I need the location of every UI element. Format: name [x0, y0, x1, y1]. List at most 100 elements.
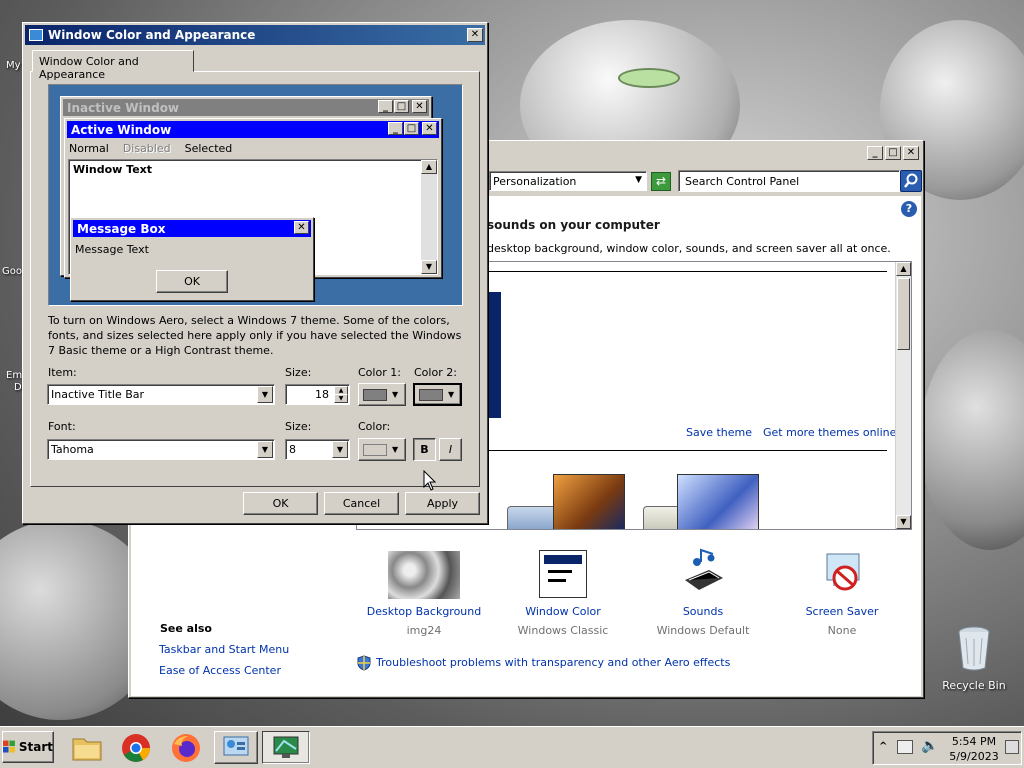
- help-icon[interactable]: ?: [901, 201, 917, 217]
- windows-logo-icon: [3, 740, 15, 753]
- dialog-titlebar: Window Color and Appearance: [25, 25, 485, 45]
- shield-icon: [357, 655, 371, 671]
- get-more-themes-link: Get more themes online: [763, 426, 897, 439]
- search-icon[interactable]: [900, 170, 922, 192]
- inactive-title-text: Inactive Window: [67, 100, 180, 115]
- size-spinner[interactable]: 18 ▲ ▼: [285, 384, 350, 405]
- menu-disabled[interactable]: Disabled: [123, 142, 171, 155]
- screen-saver-value: None: [827, 624, 857, 637]
- firefox-icon[interactable]: [170, 732, 202, 764]
- chevron-down-icon[interactable]: ▼: [257, 441, 273, 458]
- minimize-button[interactable]: _: [867, 146, 883, 160]
- size-label: Size:: [285, 366, 312, 379]
- show-hidden-icons-icon[interactable]: ^: [879, 741, 887, 752]
- color-swatch: [363, 388, 387, 401]
- mouse-cursor-icon: [423, 470, 437, 491]
- clock-time[interactable]: 5:54 PM: [951, 735, 997, 748]
- themes-scrollbar[interactable]: ▲ ▼: [895, 262, 911, 529]
- cancel-button[interactable]: Cancel: [324, 492, 399, 515]
- preview-inactive-titlebar[interactable]: Inactive Window: [63, 99, 429, 116]
- apply-button[interactable]: Apply: [405, 492, 480, 515]
- preview-message-box[interactable]: Message Box ✕ Message Text OK: [70, 217, 314, 301]
- preview-area[interactable]: Inactive Window _ □ ✕ Active Window _ □ …: [48, 84, 463, 306]
- preview-active-titlebar[interactable]: Active Window: [67, 121, 439, 138]
- file-explorer-icon[interactable]: [70, 733, 104, 763]
- desktop-icon-label[interactable]: Em: [6, 370, 22, 381]
- address-bar[interactable]: Personalization ▼: [489, 171, 647, 191]
- screen-saver-icon[interactable]: [819, 550, 867, 598]
- refresh-icon[interactable]: ⇄: [651, 172, 671, 191]
- close-icon: ✕: [412, 100, 427, 113]
- desktop-icon-label[interactable]: Goo: [2, 266, 22, 277]
- ok-button[interactable]: OK: [243, 492, 318, 515]
- color-swatch: [363, 443, 387, 456]
- description-text: To turn on Windows Aero, select a Window…: [48, 314, 462, 357]
- msgbox-text: Message Text: [75, 243, 149, 256]
- font-color-label: Color:: [358, 420, 391, 433]
- font-color-button[interactable]: ▼: [358, 438, 406, 461]
- troubleshoot-link: Troubleshoot problems with transparency …: [376, 656, 731, 669]
- chevron-down-icon[interactable]: ▼: [635, 175, 642, 185]
- preview-msgbox-titlebar[interactable]: Message Box: [73, 220, 311, 237]
- close-button[interactable]: ✕: [467, 28, 483, 42]
- msgbox-ok-button[interactable]: OK: [156, 270, 228, 293]
- scroll-down-button[interactable]: ▼: [896, 515, 911, 529]
- window-color-icon[interactable]: [539, 550, 587, 598]
- start-button[interactable]: Start: [2, 731, 54, 763]
- maximize-icon: □: [394, 100, 409, 113]
- desktop-background-value: img24: [406, 624, 442, 637]
- recycle-bin-icon[interactable]: Recycle Bin: [939, 624, 1009, 692]
- tab-window-color[interactable]: Window Color and Appearance: [32, 50, 194, 81]
- color1-label: Color 1:: [358, 366, 401, 379]
- minimize-icon: _: [378, 100, 393, 113]
- color1-button[interactable]: ▼: [358, 383, 406, 406]
- menu-normal[interactable]: Normal: [69, 142, 109, 155]
- sounds-icon[interactable]: [679, 548, 729, 598]
- chevron-down-icon: ▼: [392, 445, 399, 454]
- search-placeholder: Search Control Panel: [685, 175, 800, 188]
- scroll-up-button[interactable]: ▲: [896, 262, 911, 276]
- menu-selected[interactable]: Selected: [185, 142, 233, 155]
- desktop-icon-label[interactable]: D: [14, 382, 22, 393]
- window-color-link: Window Color: [525, 605, 601, 618]
- bold-toggle[interactable]: B: [413, 438, 436, 461]
- theme-thumbnail[interactable]: [487, 292, 501, 418]
- font-value: Tahoma: [51, 443, 94, 456]
- close-button[interactable]: ✕: [903, 146, 919, 160]
- preview-scrollbar[interactable]: ▲ ▼: [421, 160, 437, 274]
- active-title-text: Active Window: [71, 122, 172, 137]
- volume-icon[interactable]: 🔈: [921, 738, 938, 754]
- desktop-background-thumbnail[interactable]: [388, 551, 460, 599]
- chevron-down-icon[interactable]: ▼: [257, 386, 273, 403]
- maximize-button[interactable]: □: [885, 146, 901, 160]
- appearance-task[interactable]: [262, 731, 310, 764]
- taskbar-start-menu-link: Taskbar and Start Menu: [159, 643, 290, 656]
- desktop-icon-label[interactable]: My: [6, 60, 21, 71]
- theme-thumbnail[interactable]: [553, 474, 625, 529]
- chevron-down-icon: ▼: [448, 390, 455, 399]
- sounds-link: Sounds: [682, 605, 724, 618]
- theme-thumbnail[interactable]: [677, 474, 759, 529]
- italic-toggle[interactable]: I: [439, 438, 462, 461]
- chrome-icon[interactable]: [120, 732, 152, 764]
- font-size-select[interactable]: 8 ▼: [285, 439, 350, 460]
- search-input[interactable]: Search Control Panel: [678, 170, 900, 192]
- see-also-title: See also: [160, 622, 212, 635]
- desktop-background-link: Desktop Background: [366, 605, 482, 618]
- chevron-down-icon[interactable]: ▼: [332, 441, 348, 458]
- window-text-sample: Window Text: [73, 163, 153, 176]
- control-panel-task[interactable]: [214, 731, 258, 764]
- spin-down-icon[interactable]: ▼: [334, 394, 348, 403]
- color2-button[interactable]: ▼: [413, 383, 462, 406]
- monitor-icon: [29, 29, 43, 41]
- ease-of-access-link: Ease of Access Center: [159, 664, 281, 677]
- page-heading: sounds on your computer: [487, 218, 660, 232]
- action-center-icon[interactable]: [1005, 740, 1019, 754]
- clock-date[interactable]: 5/9/2023: [949, 750, 999, 763]
- item-select[interactable]: Inactive Title Bar ▼: [47, 384, 275, 405]
- item-value: Inactive Title Bar: [51, 388, 145, 401]
- network-icon[interactable]: [897, 740, 913, 754]
- wallpaper-shape: [920, 330, 1024, 550]
- font-select[interactable]: Tahoma ▼: [47, 439, 275, 460]
- scroll-thumb[interactable]: [897, 278, 910, 350]
